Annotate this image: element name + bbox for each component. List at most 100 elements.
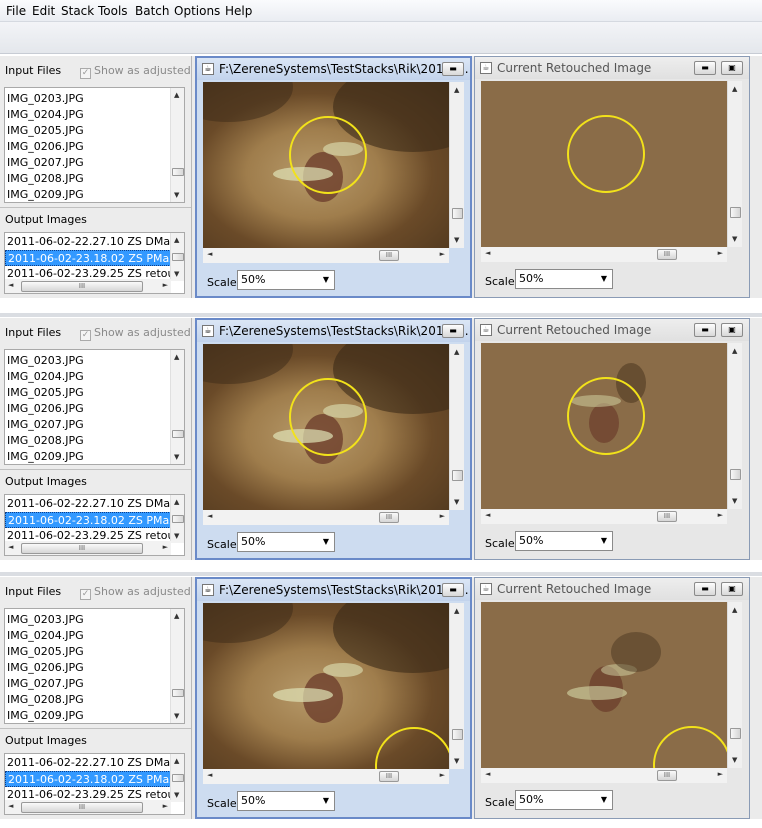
scroll-right-icon[interactable]: ► [163,543,168,551]
output-image-list[interactable]: 2011-06-02-22.27.10 ZS DMap 2011-06-02-23… [4,232,185,294]
scroll-left-icon[interactable]: ◄ [207,250,212,258]
scroll-thumb[interactable] [172,168,184,176]
image-vscrollbar[interactable]: ▲ ▼ [449,344,464,510]
menu-stack[interactable]: Stack [61,4,94,18]
scroll-down-icon[interactable]: ▼ [454,498,459,506]
scroll-thumb[interactable]: III [379,250,399,261]
file-item[interactable]: IMG_0205.JPG [5,385,184,401]
scroll-thumb[interactable]: III [657,770,677,781]
source-image-window[interactable]: ☕ F:\ZereneSystems\TestStacks\Rik\2011_..… [195,56,472,298]
scroll-up-icon[interactable]: ▲ [174,757,179,765]
image-vscrollbar[interactable]: ▲ ▼ [449,82,464,248]
scale-select[interactable]: 50% ▼ [237,270,335,290]
file-item[interactable]: IMG_0204.JPG [5,107,184,123]
file-item[interactable]: IMG_0204.JPG [5,369,184,385]
scroll-up-icon[interactable]: ▲ [174,236,179,244]
scroll-thumb[interactable]: III [379,512,399,523]
file-item[interactable]: IMG_0208.JPG [5,692,184,708]
scroll-thumb[interactable]: III [21,281,143,292]
scroll-thumb[interactable] [172,515,184,523]
scroll-up-icon[interactable]: ▲ [732,606,737,614]
menu-help[interactable]: Help [225,4,252,18]
menu-options[interactable]: Options [174,4,220,18]
file-item[interactable]: IMG_0203.JPG [5,612,184,628]
scroll-thumb[interactable]: III [379,771,399,782]
file-item[interactable]: IMG_0203.JPG [5,353,184,369]
scroll-thumb[interactable] [730,207,741,218]
source-image-window[interactable]: ☕ F:\ZereneSystems\TestStacks\Rik\2011_..… [195,318,472,560]
scale-select[interactable]: 50% ▼ [515,269,613,289]
scroll-thumb[interactable] [452,470,463,481]
image-canvas[interactable] [203,603,449,769]
maximize-button[interactable]: ▣ [721,323,743,337]
retouched-image-window[interactable]: ☕ Current Retouched Image ▬ ▣ ▲ ▼ ◄ III ► Scale 50… [474,577,750,819]
scroll-thumb[interactable] [730,469,741,480]
scroll-left-icon[interactable]: ◄ [485,249,490,257]
image-vscrollbar[interactable]: ▲ ▼ [727,602,742,768]
scroll-left-icon[interactable]: ◄ [485,770,490,778]
scroll-down-icon[interactable]: ▼ [174,191,179,199]
menu-file[interactable]: File [6,4,26,18]
output-list-scrollbar[interactable]: ▲ ▼ [170,495,184,543]
input-file-list[interactable]: IMG_0203.JPG IMG_0204.JPG IMG_0205.JPG IMG_… [4,608,185,724]
file-item[interactable]: IMG_0206.JPG [5,139,184,155]
file-item[interactable]: IMG_0206.JPG [5,401,184,417]
scroll-down-icon[interactable]: ▼ [174,791,179,799]
scroll-up-icon[interactable]: ▲ [732,347,737,355]
scroll-right-icon[interactable]: ► [163,281,168,289]
scroll-down-icon[interactable]: ▼ [174,453,179,461]
scroll-thumb[interactable] [172,430,184,438]
show-adjusted-checkbox[interactable]: ✓ Show as adjusted [80,326,191,341]
scroll-thumb[interactable] [172,689,184,697]
file-item[interactable]: IMG_0207.JPG [5,676,184,692]
scroll-down-icon[interactable]: ▼ [454,757,459,765]
scale-select[interactable]: 50% ▼ [237,791,335,811]
file-item[interactable]: IMG_0208.JPG [5,171,184,187]
scroll-up-icon[interactable]: ▲ [454,607,459,615]
output-list-hscrollbar[interactable]: ◄ III ► [5,279,171,293]
scroll-right-icon[interactable]: ► [440,512,445,520]
minimize-button[interactable]: ▬ [694,582,716,596]
maximize-button[interactable]: ▣ [721,61,743,75]
image-canvas[interactable] [203,82,449,248]
scroll-down-icon[interactable]: ▼ [174,270,179,278]
minimize-button[interactable]: ▬ [442,583,464,597]
image-canvas[interactable] [481,81,727,247]
output-item[interactable]: 2011-06-02-23.18.02 ZS PMax [5,250,171,266]
scroll-right-icon[interactable]: ► [718,511,723,519]
scroll-right-icon[interactable]: ► [163,802,168,810]
image-hscrollbar[interactable]: ◄ III ► [481,768,727,783]
output-item[interactable]: 2011-06-02-22.27.10 ZS DMap [5,755,171,771]
file-item[interactable]: IMG_0206.JPG [5,660,184,676]
scroll-thumb[interactable]: III [21,802,143,813]
scroll-down-icon[interactable]: ▼ [174,712,179,720]
image-hscrollbar[interactable]: ◄ III ► [481,509,727,524]
file-item[interactable]: IMG_0209.JPG [5,708,184,723]
scroll-thumb[interactable] [452,208,463,219]
scroll-left-icon[interactable]: ◄ [207,512,212,520]
input-file-list[interactable]: IMG_0203.JPG IMG_0204.JPG IMG_0205.JPG IMG_… [4,349,185,465]
scale-select[interactable]: 50% ▼ [237,532,335,552]
show-adjusted-checkbox[interactable]: ✓ Show as adjusted [80,585,191,600]
window-title-bar[interactable]: ☕ F:\ZereneSystems\TestStacks\Rik\2011_..… [197,320,470,342]
show-adjusted-checkbox[interactable]: ✓ Show as adjusted [80,64,191,79]
scroll-left-icon[interactable]: ◄ [207,771,212,779]
image-canvas[interactable] [203,344,449,510]
scroll-thumb[interactable] [172,774,184,782]
minimize-button[interactable]: ▬ [442,324,464,338]
image-hscrollbar[interactable]: ◄ III ► [203,769,449,784]
scale-select[interactable]: 50% ▼ [515,531,613,551]
scroll-left-icon[interactable]: ◄ [485,511,490,519]
output-list-hscrollbar[interactable]: ◄ III ► [5,541,171,555]
image-hscrollbar[interactable]: ◄ III ► [203,510,449,525]
output-list-scrollbar[interactable]: ▲ ▼ [170,754,184,802]
retouched-image-window[interactable]: ☕ Current Retouched Image ▬ ▣ ▲ ▼ ◄ III ► Scale 50… [474,318,750,560]
file-item[interactable]: IMG_0207.JPG [5,155,184,171]
menu-edit[interactable]: Edit [32,4,55,18]
image-canvas[interactable] [481,602,727,768]
scroll-thumb[interactable]: III [657,249,677,260]
output-item[interactable]: 2011-06-02-23.18.02 ZS PMax [5,771,171,787]
image-vscrollbar[interactable]: ▲ ▼ [727,343,742,509]
scroll-right-icon[interactable]: ► [718,249,723,257]
file-item[interactable]: IMG_0204.JPG [5,628,184,644]
